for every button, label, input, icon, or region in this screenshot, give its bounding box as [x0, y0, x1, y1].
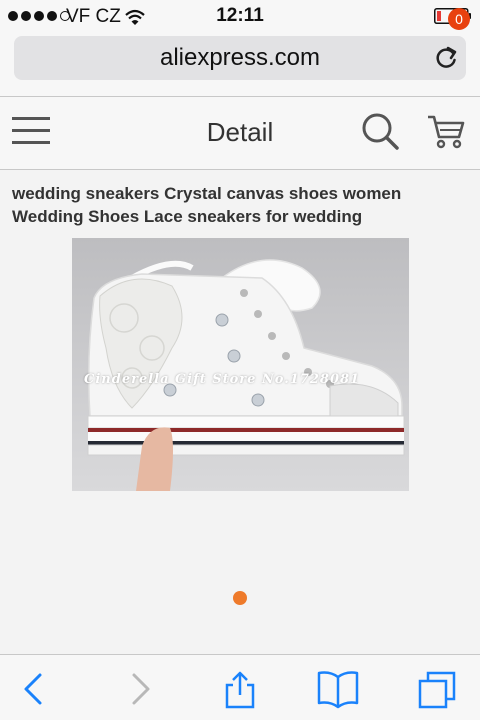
product-image[interactable]: Cinderella Gift Store No.1728081	[72, 238, 409, 491]
forward-icon[interactable]	[116, 669, 160, 709]
url-text[interactable]: aliexpress.com	[14, 44, 466, 72]
browser-toolbar	[0, 654, 480, 720]
tabs-icon[interactable]	[416, 669, 460, 709]
address-bar[interactable]: aliexpress.com	[14, 36, 466, 80]
share-icon[interactable]	[218, 669, 262, 709]
back-icon[interactable]	[14, 669, 58, 709]
bookmarks-icon[interactable]	[316, 669, 360, 709]
product-title: wedding sneakers Crystal canvas shoes wo…	[12, 184, 402, 226]
reload-icon[interactable]	[432, 44, 460, 72]
carousel-indicator[interactable]	[233, 591, 247, 605]
page-title: Detail	[206, 117, 274, 147]
cart-icon[interactable]	[426, 111, 466, 151]
shoe-photo	[72, 238, 409, 491]
browser-address-area: aliexpress.com	[0, 32, 480, 96]
site-header: Detail	[0, 97, 480, 169]
status-bar: VF CZ 12:11	[0, 0, 480, 32]
cart-count-badge[interactable]: 0	[448, 8, 470, 30]
image-watermark: Cinderella Gift Store No.1728081	[84, 372, 361, 387]
clock: 12:11	[216, 5, 264, 26]
product-detail: wedding sneakers Crystal canvas shoes wo…	[0, 170, 480, 654]
search-icon[interactable]	[360, 111, 400, 151]
